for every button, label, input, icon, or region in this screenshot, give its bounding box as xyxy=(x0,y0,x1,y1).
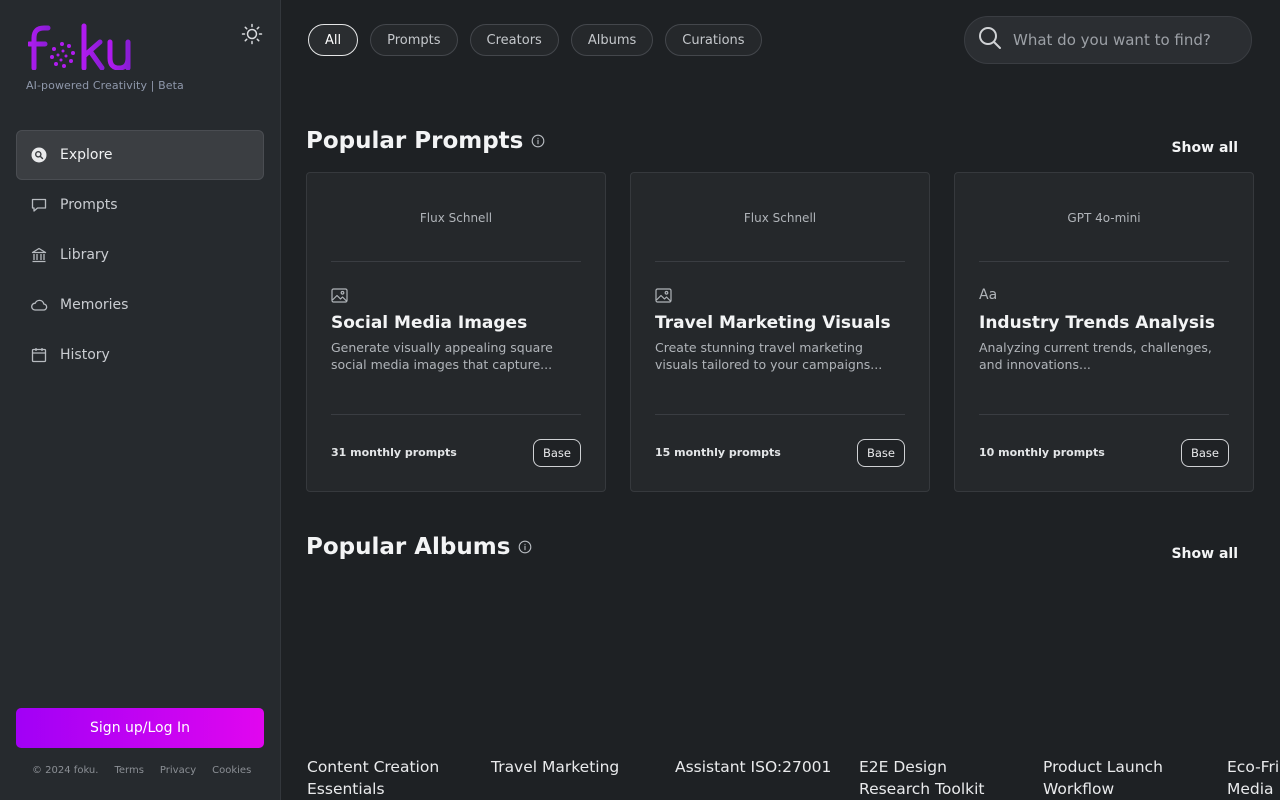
sidebar: AI-powered Creativity | Beta Explore Pro… xyxy=(0,0,281,800)
image-icon xyxy=(655,285,672,305)
sidebar-item-history[interactable]: History xyxy=(16,330,264,380)
sidebar-item-memories[interactable]: Memories xyxy=(16,280,264,330)
album-title: Assistant ISO:27001 xyxy=(675,758,832,776)
filter-chip-creators[interactable]: Creators xyxy=(469,24,559,56)
filter-chip-curations[interactable]: Curations xyxy=(665,24,762,56)
filter-chip-all[interactable]: All xyxy=(308,24,359,56)
divider xyxy=(331,261,581,262)
album-title: Content Creation Essentials xyxy=(307,758,440,798)
divider xyxy=(979,261,1229,262)
chat-bubble-icon xyxy=(29,195,49,215)
album-item[interactable]: E2E Design Research Toolkit xyxy=(859,756,1043,800)
prompt-cards: Flux Schnell Social Media Images Generat… xyxy=(306,172,1254,492)
library-icon xyxy=(29,245,49,265)
card-description: Generate visually appealing square socia… xyxy=(331,340,553,372)
album-item[interactable]: Eco-Friendly Social Media xyxy=(1227,756,1280,800)
tagline: AI-powered Creativity | Beta xyxy=(26,79,184,92)
prompt-card[interactable]: GPT 4o-mini Aa Industry Trends Analysis … xyxy=(954,172,1254,492)
sidebar-item-label: Library xyxy=(60,247,109,263)
card-description: Analyzing current trends, challenges, an… xyxy=(979,340,1212,372)
album-title: Product Launch Workflow xyxy=(1043,758,1163,798)
monthly-prompts-count: 10 monthly prompts xyxy=(979,446,1105,459)
filter-chip-prompts[interactable]: Prompts xyxy=(370,24,458,56)
sidebar-item-label: Memories xyxy=(60,297,129,313)
album-title: Eco-Friendly Social Media xyxy=(1227,758,1280,798)
sidebar-item-label: History xyxy=(60,347,110,363)
sidebar-item-explore[interactable]: Explore xyxy=(16,130,264,180)
section-title: Popular Albums xyxy=(306,534,511,560)
prompt-card[interactable]: Flux Schnell Social Media Images Generat… xyxy=(306,172,606,492)
search-input[interactable] xyxy=(1013,31,1223,49)
privacy-link[interactable]: Privacy xyxy=(160,765,196,776)
prompt-card[interactable]: Flux Schnell Travel Marketing Visuals Cr… xyxy=(630,172,930,492)
tier-badge: Base xyxy=(1180,439,1229,467)
sidebar-nav: Explore Prompts Library Memories History xyxy=(16,130,264,380)
search-icon xyxy=(977,25,1003,55)
divider xyxy=(655,261,905,262)
signup-login-button[interactable]: Sign up/Log In xyxy=(16,708,264,748)
popular-albums-heading: Popular Albums xyxy=(306,534,532,560)
monthly-prompts-count: 15 monthly prompts xyxy=(655,446,781,459)
sidebar-item-library[interactable]: Library xyxy=(16,230,264,280)
search-box xyxy=(964,16,1252,64)
sidebar-footer: © 2024 foku. Terms Privacy Cookies xyxy=(32,765,251,776)
filter-chips: All Prompts Creators Albums Curations xyxy=(308,24,762,56)
popular-prompts-heading: Popular Prompts xyxy=(306,128,545,154)
explore-icon xyxy=(29,145,49,165)
album-item[interactable]: Travel Marketing xyxy=(491,756,675,800)
divider xyxy=(979,414,1229,415)
cloud-icon xyxy=(29,295,49,315)
album-item[interactable]: Content Creation Essentials xyxy=(307,756,491,800)
sidebar-item-prompts[interactable]: Prompts xyxy=(16,180,264,230)
sidebar-item-label: Prompts xyxy=(60,197,118,213)
divider xyxy=(655,414,905,415)
album-item[interactable]: Product Launch Workflow xyxy=(1043,756,1227,800)
album-list: Content Creation Essentials Travel Marke… xyxy=(307,756,1280,800)
section-title: Popular Prompts xyxy=(306,128,524,154)
card-title: Social Media Images xyxy=(331,313,528,333)
calendar-icon xyxy=(29,345,49,365)
monthly-prompts-count: 31 monthly prompts xyxy=(331,446,457,459)
filter-chip-albums[interactable]: Albums xyxy=(570,24,654,56)
cookies-link[interactable]: Cookies xyxy=(212,765,251,776)
card-title: Industry Trends Analysis xyxy=(979,313,1215,333)
card-title: Travel Marketing Visuals xyxy=(655,313,891,333)
model-name: Flux Schnell xyxy=(419,211,493,225)
tier-badge: Base xyxy=(532,439,581,467)
info-icon[interactable] xyxy=(531,134,545,148)
image-icon xyxy=(331,285,348,305)
theme-toggle-sun-icon[interactable] xyxy=(240,22,264,46)
card-description: Create stunning travel marketing visuals… xyxy=(655,340,883,372)
text-icon: Aa xyxy=(979,287,998,303)
model-name: GPT 4o-mini xyxy=(1067,211,1141,225)
info-icon[interactable] xyxy=(518,540,532,554)
album-title: Travel Marketing xyxy=(491,758,620,776)
model-name: Flux Schnell xyxy=(743,211,817,225)
show-all-albums-link[interactable]: Show all xyxy=(1171,546,1238,562)
terms-link[interactable]: Terms xyxy=(114,765,143,776)
copyright-text: © 2024 foku. xyxy=(32,765,99,776)
sidebar-item-label: Explore xyxy=(60,147,113,163)
divider xyxy=(331,414,581,415)
album-item[interactable]: Assistant ISO:27001 xyxy=(675,756,859,800)
show-all-prompts-link[interactable]: Show all xyxy=(1171,140,1238,156)
tier-badge: Base xyxy=(856,439,905,467)
foku-logo[interactable] xyxy=(28,22,132,70)
album-title: E2E Design Research Toolkit xyxy=(859,758,985,798)
